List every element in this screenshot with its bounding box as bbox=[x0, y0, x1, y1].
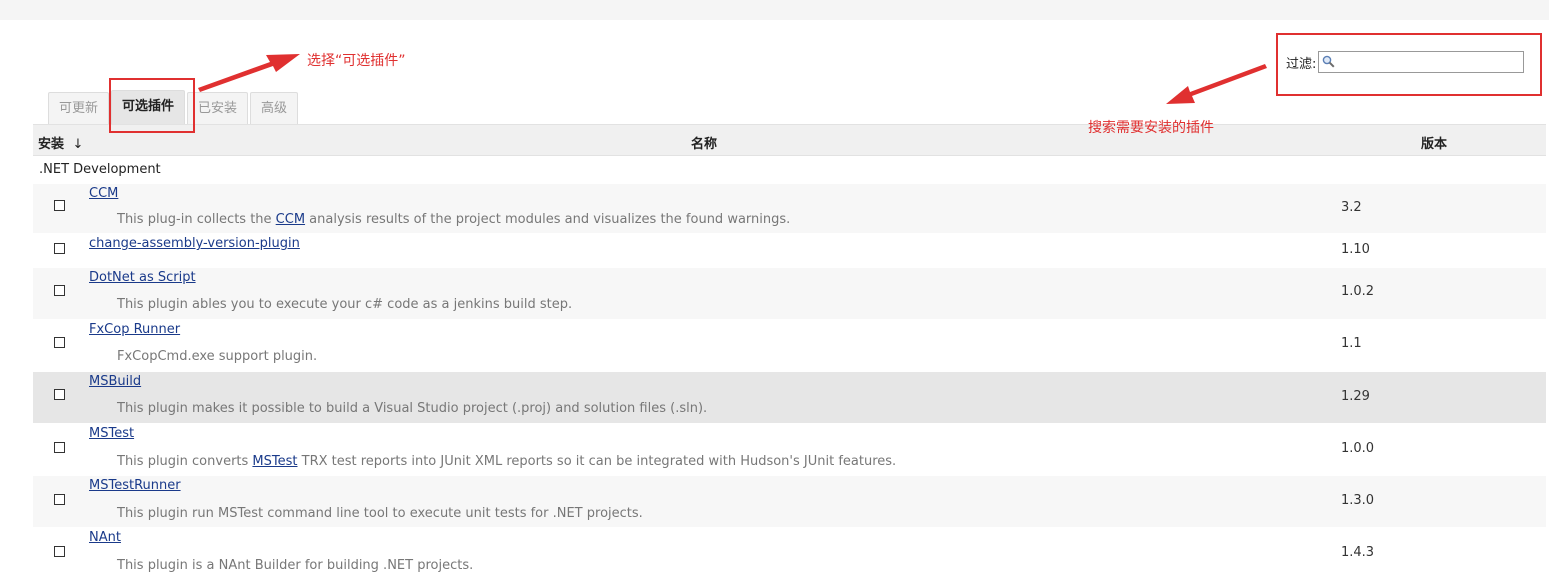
annotation-select-tab: 选择“可选插件” bbox=[307, 53, 406, 69]
annotation-search: 搜索需要安装的插件 bbox=[1088, 120, 1214, 136]
annotation-arrow-icon bbox=[198, 54, 1267, 104]
